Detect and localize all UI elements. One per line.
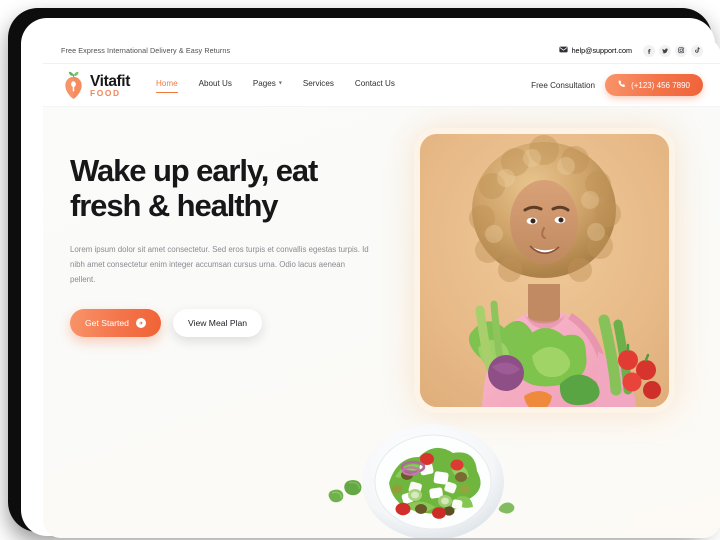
page-title: Wake up early, eat fresh & healthy <box>70 153 318 223</box>
facebook-icon[interactable] <box>643 44 655 57</box>
nav-label: Services <box>302 79 334 88</box>
carrot-leaf-logo-icon <box>61 70 86 100</box>
hero-photo-frame <box>414 128 675 413</box>
main-navbar: Vitafit FOOD Home About Us Pages ▾ Servi… <box>43 64 720 107</box>
browser-viewport: Free Express International Delivery & Ea… <box>43 38 720 538</box>
social-links <box>643 44 703 57</box>
phone-call-button[interactable]: (+123) 456 7890 <box>605 74 703 96</box>
nav-item-home[interactable]: Home <box>155 79 178 94</box>
envelope-icon <box>558 46 568 55</box>
nav-label: Home <box>155 79 178 88</box>
email-address: help@support.com <box>571 46 632 55</box>
hero-cta-group: Get Started View Meal Plan <box>70 309 380 338</box>
device-bezel: Free Express International Delivery & Ea… <box>21 18 720 538</box>
nav-item-about-us[interactable]: About Us <box>199 79 232 91</box>
brand-wordmark: Vitafit FOOD <box>90 73 130 97</box>
tiktok-icon[interactable] <box>691 44 703 57</box>
get-started-button[interactable]: Get Started <box>70 309 161 338</box>
email-link[interactable]: help@support.com <box>558 46 632 55</box>
hero-content: Wake up early, eat fresh & healthy Lorem… <box>70 153 380 338</box>
nav-label: Pages <box>252 79 276 88</box>
hero-section: Wake up early, eat fresh & healthy Lorem… <box>43 107 720 538</box>
promo-text: Free Express International Delivery & Ea… <box>61 46 231 55</box>
get-started-label: Get Started <box>85 318 129 329</box>
nav-item-services[interactable]: Services <box>303 79 334 91</box>
hero-paragraph: Lorem ipsum dolor sit amet consectetur. … <box>70 245 369 284</box>
twitter-icon[interactable] <box>659 44 671 57</box>
phone-number: (+123) 456 7890 <box>631 80 690 90</box>
woman-with-vegetables-photo <box>420 134 669 407</box>
greek-salad-plate-image <box>361 419 505 538</box>
brand-logo[interactable]: Vitafit FOOD <box>61 70 130 100</box>
navbar-right-group: Free Consultation (+123) 456 7890 <box>531 74 703 96</box>
primary-menu: Home About Us Pages ▾ Services Contact U… <box>155 79 395 94</box>
basil-leaf-decoration <box>495 499 517 522</box>
nav-item-pages[interactable]: Pages ▾ <box>253 79 282 91</box>
phone-icon <box>618 80 626 90</box>
device-frame: Free Express International Delivery & Ea… <box>8 8 720 538</box>
top-utility-bar: Free Express International Delivery & Ea… <box>43 38 720 64</box>
instagram-icon[interactable] <box>675 44 687 57</box>
nav-label: Contact Us <box>354 79 395 88</box>
basil-leaf-decoration <box>326 475 366 510</box>
nav-label: About Us <box>198 79 232 88</box>
nav-item-contact-us[interactable]: Contact Us <box>355 79 395 91</box>
chevron-down-icon: ▾ <box>278 80 282 87</box>
topbar-right-group: help@support.com <box>558 44 703 57</box>
arrow-right-circle-icon <box>135 318 146 329</box>
free-consultation-label: Free Consultation <box>531 80 596 90</box>
view-meal-plan-button[interactable]: View Meal Plan <box>172 309 263 338</box>
